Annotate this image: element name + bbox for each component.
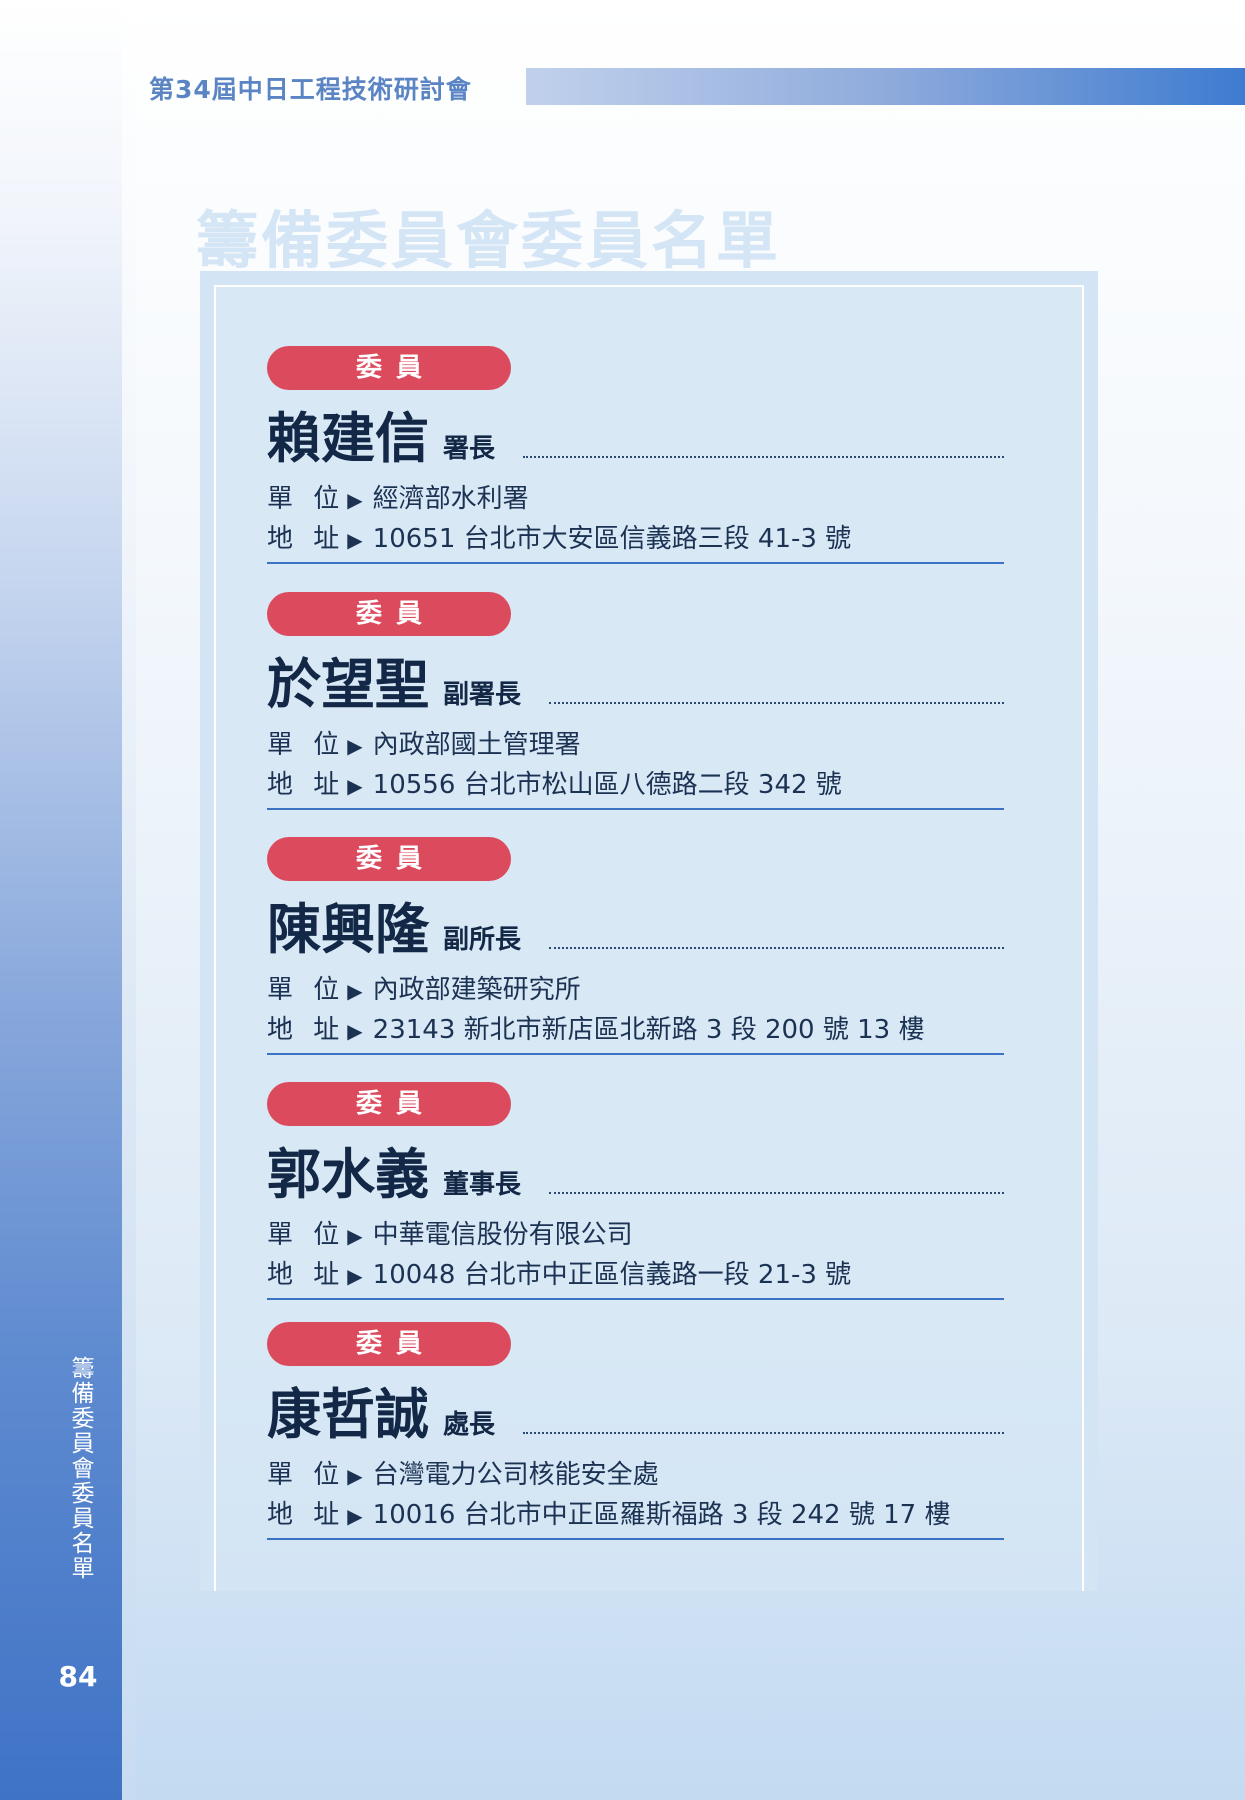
triangle-right-icon: ▶ — [347, 1264, 363, 1288]
member-name: 康哲誠 — [267, 1382, 429, 1446]
unit-line: 單 位 ▶ 台灣電力公司核能安全處 — [267, 1458, 659, 1493]
triangle-right-icon: ▶ — [347, 734, 363, 758]
unit-label: 單 位 — [267, 975, 346, 1005]
unit-label: 單 位 — [267, 1460, 346, 1490]
unit-line: 單 位 ▶ 經濟部水利署 — [267, 482, 529, 517]
address-value: 10016 台北市中正區羅斯福路 3 段 242 號 17 樓 — [372, 1500, 951, 1530]
address-value: 10556 台北市松山區八德路二段 342 號 — [372, 770, 842, 800]
separator-line — [267, 562, 1004, 564]
unit-line: 單 位 ▶ 內政部建築研究所 — [267, 973, 581, 1008]
address-line: 地 址 ▶ 23143 新北市新店區北新路 3 段 200 號 13 樓 — [267, 1013, 924, 1048]
dotted-leader — [549, 1192, 1004, 1194]
dotted-leader — [549, 702, 1004, 704]
header-bar — [526, 68, 1245, 105]
unit-value: 台灣電力公司核能安全處 — [372, 1460, 659, 1490]
address-line: 地 址 ▶ 10048 台北市中正區信義路一段 21-3 號 — [267, 1258, 851, 1293]
unit-label: 單 位 — [267, 730, 346, 760]
member-title: 董事長 — [443, 1170, 522, 1200]
triangle-right-icon: ▶ — [347, 528, 363, 552]
role-badge: 委員 — [267, 346, 511, 390]
side-section-label: 籌備委員會委員名單 — [67, 1356, 93, 1581]
side-bar — [0, 0, 122, 1800]
name-row: 於望聖 副署長 — [267, 646, 1004, 716]
triangle-right-icon: ▶ — [347, 1019, 363, 1043]
triangle-right-icon: ▶ — [347, 1224, 363, 1248]
page-number: 84 — [58, 1660, 98, 1693]
member-title: 副署長 — [443, 680, 522, 710]
unit-value: 經濟部水利署 — [372, 484, 529, 514]
unit-line: 單 位 ▶ 中華電信股份有限公司 — [267, 1218, 633, 1253]
dotted-leader — [523, 456, 1004, 458]
separator-line — [267, 808, 1004, 810]
unit-label: 單 位 — [267, 484, 346, 514]
member-title: 署長 — [443, 434, 496, 464]
role-badge: 委員 — [267, 1082, 511, 1126]
triangle-right-icon: ▶ — [347, 774, 363, 798]
dotted-leader — [523, 1432, 1004, 1434]
unit-value: 內政部建築研究所 — [372, 975, 581, 1005]
name-row: 賴建信 署長 — [267, 400, 1004, 470]
unit-label: 單 位 — [267, 1220, 346, 1250]
address-line: 地 址 ▶ 10651 台北市大安區信義路三段 41-3 號 — [267, 522, 851, 557]
address-label: 地 址 — [267, 1015, 346, 1045]
address-value: 10651 台北市大安區信義路三段 41-3 號 — [372, 524, 852, 554]
address-label: 地 址 — [267, 1500, 346, 1530]
member-name: 陳興隆 — [267, 897, 429, 961]
name-row: 郭水義 董事長 — [267, 1136, 1004, 1206]
member-title: 副所長 — [443, 925, 522, 955]
unit-value: 中華電信股份有限公司 — [372, 1220, 633, 1250]
address-label: 地 址 — [267, 770, 346, 800]
role-badge: 委員 — [267, 592, 511, 636]
unit-value: 內政部國土管理署 — [372, 730, 581, 760]
name-row: 康哲誠 處長 — [267, 1376, 1004, 1446]
triangle-right-icon: ▶ — [347, 979, 363, 1003]
address-line: 地 址 ▶ 10556 台北市松山區八德路二段 342 號 — [267, 768, 842, 803]
member-title: 處長 — [443, 1410, 496, 1440]
role-badge: 委員 — [267, 837, 511, 881]
address-value: 23143 新北市新店區北新路 3 段 200 號 13 樓 — [372, 1015, 925, 1045]
separator-line — [267, 1538, 1004, 1540]
triangle-right-icon: ▶ — [347, 488, 363, 512]
triangle-right-icon: ▶ — [347, 1504, 363, 1528]
member-entry: 委員 陳興隆 副所長 單 位 ▶ 內政部建築研究所 地 址 ▶ 23143 新北市新店區… — [267, 837, 1004, 1057]
unit-line: 單 位 ▶ 內政部國土管理署 — [267, 728, 581, 763]
address-label: 地 址 — [267, 524, 346, 554]
member-entry: 委員 康哲誠 處長 單 位 ▶ 台灣電力公司核能安全處 地 址 ▶ 10016 台北市中… — [267, 1322, 1004, 1542]
separator-line — [267, 1298, 1004, 1300]
side-bar-strip — [122, 0, 136, 1800]
section-title: 籌備委員會委員名單 — [196, 204, 782, 277]
separator-line — [267, 1053, 1004, 1055]
address-label: 地 址 — [267, 1260, 346, 1290]
triangle-right-icon: ▶ — [347, 1464, 363, 1488]
address-line: 地 址 ▶ 10016 台北市中正區羅斯福路 3 段 242 號 17 樓 — [267, 1498, 950, 1533]
header-title: 第34屆中日工程技術研討會 — [149, 75, 472, 104]
name-row: 陳興隆 副所長 — [267, 891, 1004, 961]
member-name: 於望聖 — [267, 652, 429, 716]
member-entry: 委員 郭水義 董事長 單 位 ▶ 中華電信股份有限公司 地 址 ▶ 10048 台北市中… — [267, 1082, 1004, 1302]
address-value: 10048 台北市中正區信義路一段 21-3 號 — [372, 1260, 852, 1290]
dotted-leader — [549, 947, 1004, 949]
member-name: 郭水義 — [267, 1142, 429, 1206]
role-badge: 委員 — [267, 1322, 511, 1366]
member-entry: 委員 賴建信 署長 單 位 ▶ 經濟部水利署 地 址 ▶ 10651 台北市大安區信義路… — [267, 346, 1004, 566]
member-name: 賴建信 — [267, 406, 429, 470]
member-entry: 委員 於望聖 副署長 單 位 ▶ 內政部國土管理署 地 址 ▶ 10556 台北市松山區… — [267, 592, 1004, 812]
